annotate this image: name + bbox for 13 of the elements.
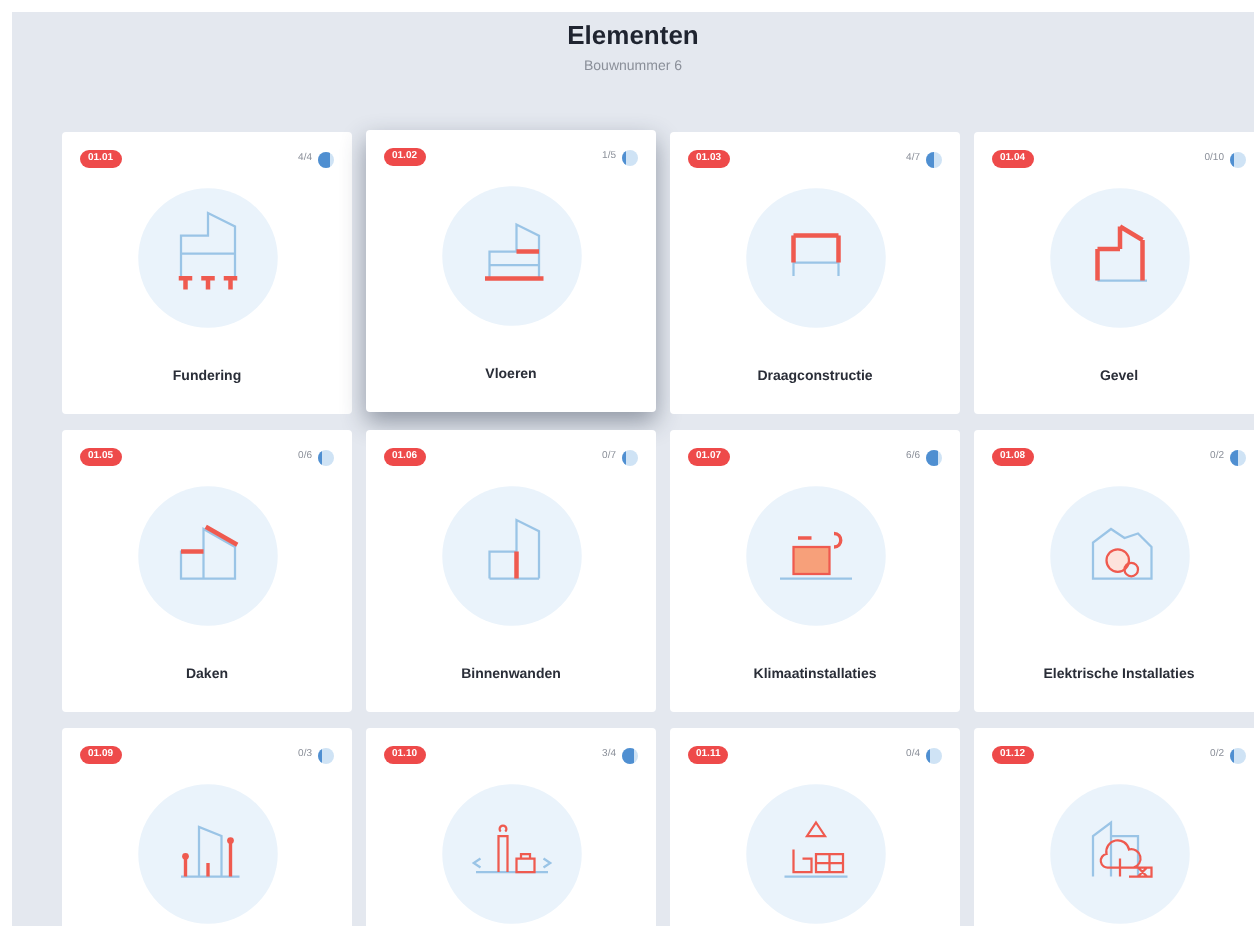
building-illustration [743, 782, 887, 926]
building-illustration [743, 484, 887, 628]
building-illustration [135, 186, 279, 330]
building-illustration [1047, 186, 1191, 330]
building-illustration [1047, 782, 1191, 926]
page-title: Elementen [567, 20, 699, 52]
building-illustration [439, 782, 583, 926]
building-illustration [1047, 484, 1191, 628]
building-illustration [743, 186, 887, 330]
building-illustration [439, 184, 583, 328]
building-illustration [135, 782, 279, 926]
building-illustration [439, 484, 583, 628]
building-illustration [135, 484, 279, 628]
